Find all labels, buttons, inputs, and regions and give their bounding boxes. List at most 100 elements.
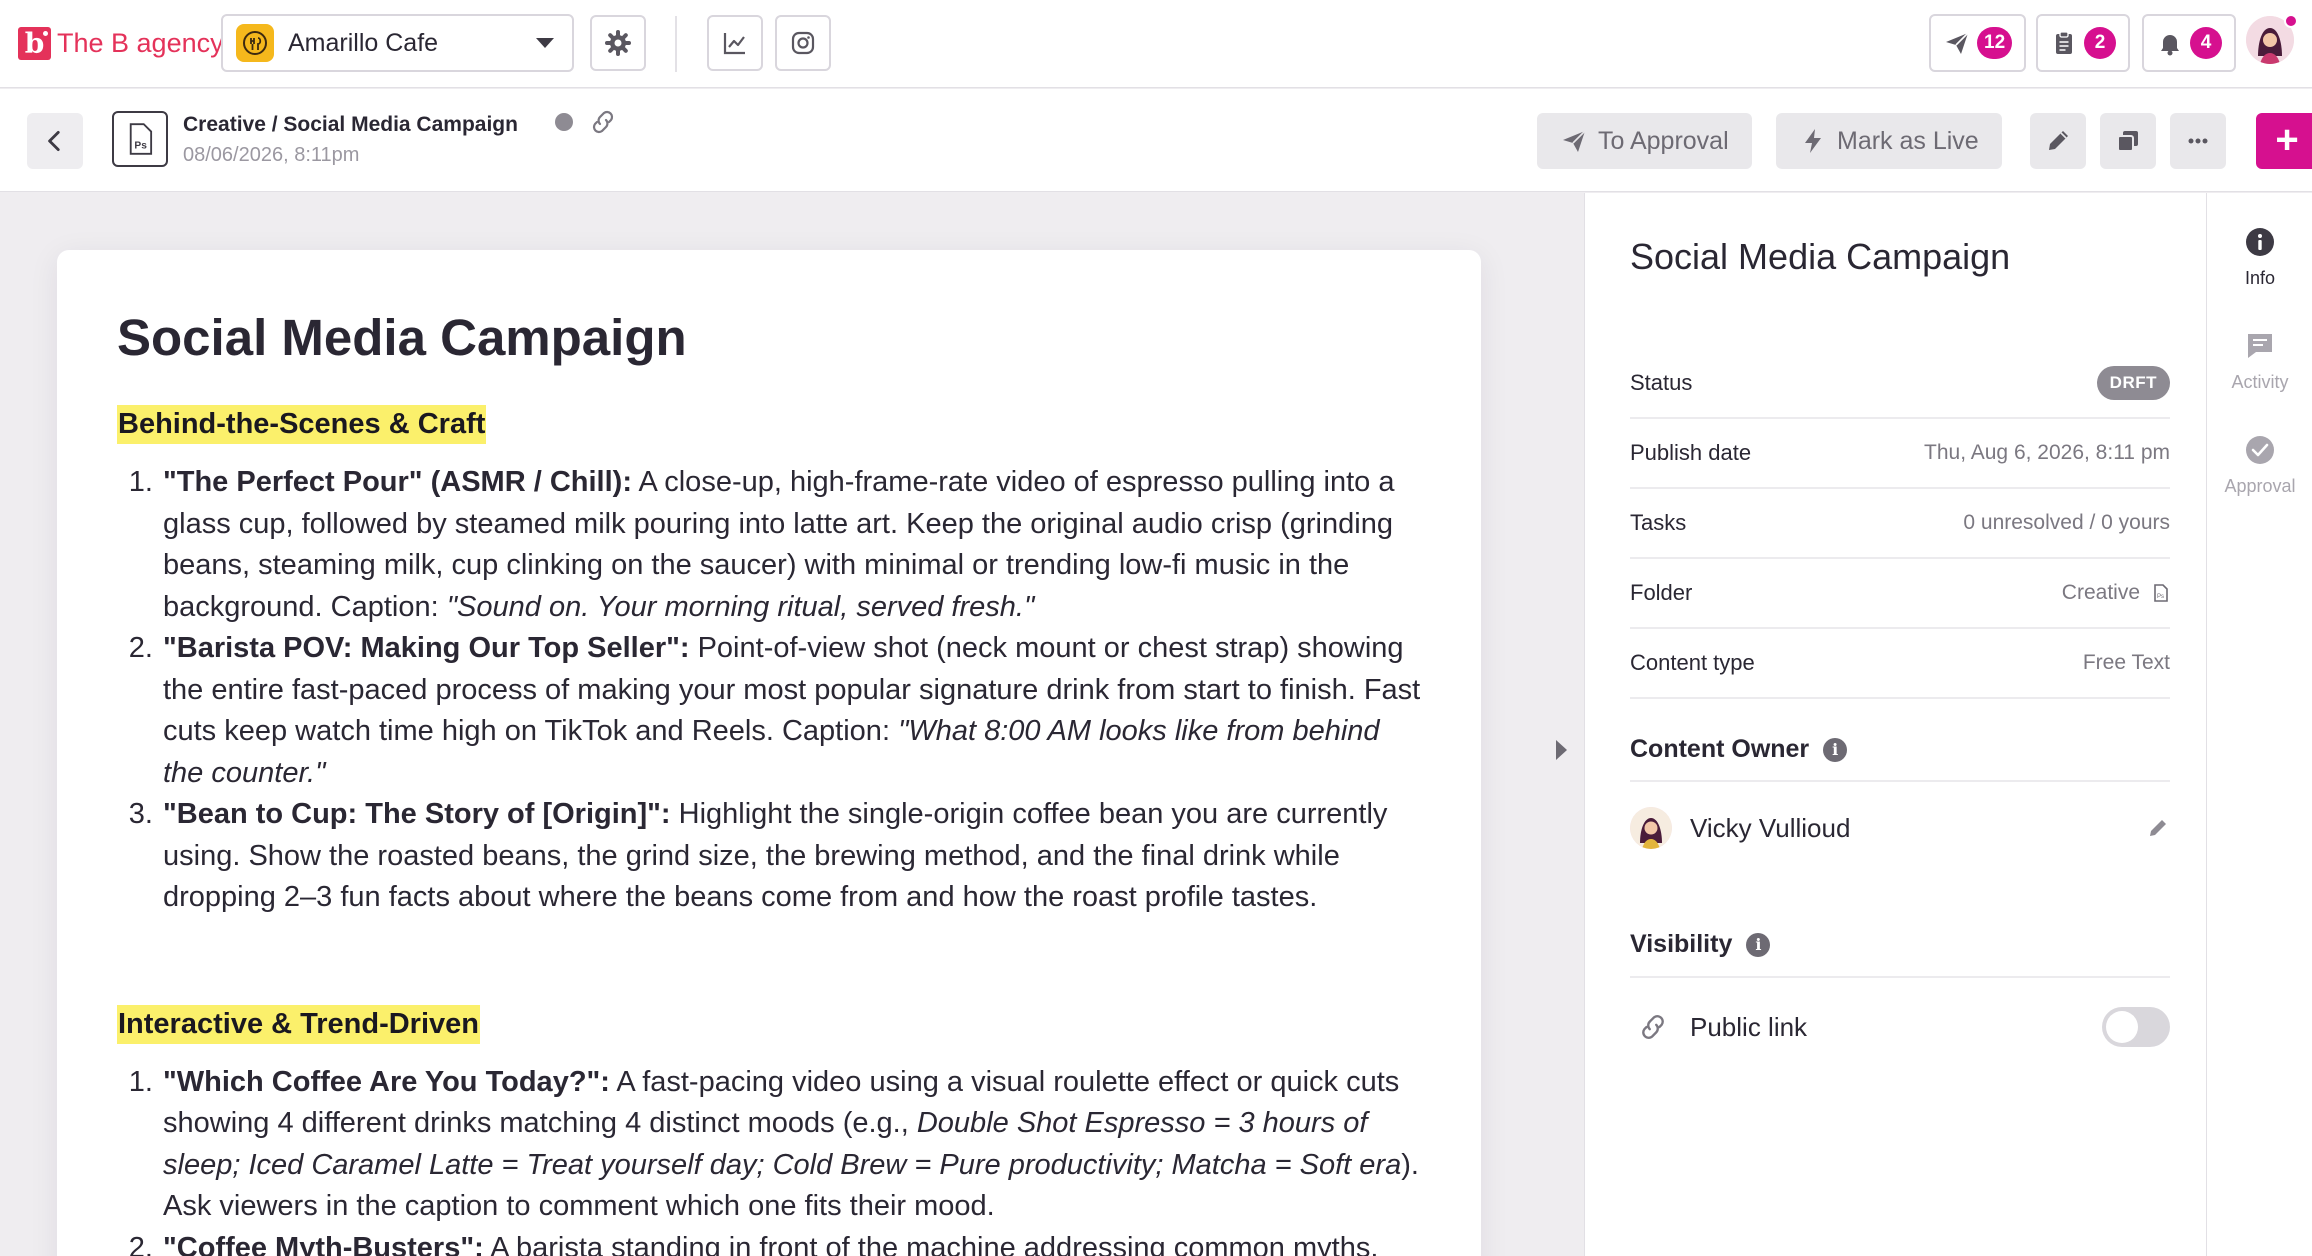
- owner-name: Vicky Vullioud: [1690, 812, 1851, 843]
- content-type-row: Content type Free Text: [1630, 629, 2170, 699]
- sends-button[interactable]: 12: [1929, 14, 2027, 72]
- item-title: "Which Coffee Are You Today?":: [163, 1065, 610, 1098]
- agency-name: The B agency: [57, 27, 224, 58]
- item-body: A barista standing in front of the machi…: [483, 1231, 1379, 1256]
- svg-text:Ps: Ps: [134, 140, 147, 151]
- link-icon: [1642, 1015, 1664, 1039]
- file-icon: Ps: [2154, 584, 2168, 602]
- side-rail: Info Activity Approval: [2206, 193, 2312, 1256]
- status-indicator-dot: [555, 113, 573, 131]
- list-item[interactable]: "Bean to Cup: The Story of [Origin]": Hi…: [161, 794, 1421, 919]
- public-link-row: Public link: [1630, 1003, 2170, 1051]
- edit-button[interactable]: [2030, 113, 2086, 169]
- content-owner-heading: Content Owner i: [1630, 735, 1848, 764]
- content-timestamp: 08/06/2026, 8:11pm: [183, 144, 360, 166]
- agency-logo-mark: b: [18, 26, 51, 60]
- document-title[interactable]: Social Media Campaign: [117, 308, 1421, 367]
- panel-title: Social Media Campaign: [1630, 236, 2011, 277]
- clipboard-icon: [2056, 31, 2072, 54]
- list-item[interactable]: "Which Coffee Are You Today?": A fast-pa…: [161, 1062, 1421, 1228]
- content-header: Ps Creative / Social Media Campaign 08/0…: [0, 89, 2312, 192]
- brand-settings-button[interactable]: [590, 15, 646, 71]
- to-approval-button[interactable]: To Approval: [1537, 113, 1752, 169]
- instagram-button[interactable]: [775, 15, 831, 71]
- info-icon: [2246, 228, 2274, 256]
- visibility-title: Visibility: [1630, 930, 1733, 958]
- toolbar-divider: [675, 16, 677, 72]
- user-status-dot: [2284, 14, 2298, 28]
- comment-icon: [2248, 334, 2272, 358]
- brand-name: Amarillo Cafe: [288, 28, 439, 57]
- to-approval-label: To Approval: [1598, 126, 1729, 155]
- pencil-icon: [2049, 131, 2068, 150]
- tasks-row: Tasks 0 unresolved / 0 yours: [1630, 489, 2170, 559]
- folder-row[interactable]: Folder Creative Ps: [1630, 559, 2170, 629]
- copy-icon: [2117, 131, 2138, 152]
- publish-date-label: Publish date: [1630, 440, 1752, 465]
- tasks-button[interactable]: 2: [2036, 14, 2130, 72]
- folder-label: Folder: [1630, 580, 1693, 605]
- folder-value-wrap[interactable]: Creative Ps: [2062, 581, 2170, 605]
- rail-tab-label: Info: [2244, 268, 2276, 288]
- toggle-knob: [2106, 1011, 2138, 1043]
- paper-plane-icon: [1946, 32, 1969, 54]
- rail-tab-approval[interactable]: Approval: [2207, 435, 2312, 497]
- svg-text:Ps: Ps: [2157, 594, 2164, 600]
- publish-date-value[interactable]: Thu, Aug 6, 2026, 8:11 pm: [1924, 441, 2170, 465]
- item-title: "Barista POV: Making Our Top Seller":: [163, 632, 690, 664]
- more-options-button[interactable]: [2170, 113, 2226, 169]
- top-bar: b The B agency Amarillo Cafe 12 2 4: [0, 0, 2312, 88]
- brand-selector[interactable]: Amarillo Cafe: [221, 14, 574, 72]
- gear-icon: [605, 30, 631, 56]
- duplicate-button[interactable]: [2100, 113, 2156, 169]
- info-panel: Social Media Campaign Status DRFT Publis…: [1584, 193, 2206, 1256]
- section-heading[interactable]: Behind-the-Scenes & Craft: [117, 405, 487, 444]
- rail-tab-activity[interactable]: Activity: [2207, 331, 2312, 393]
- file-type-icon: Ps: [112, 111, 168, 167]
- brand-logo-icon: [236, 24, 274, 62]
- rail-tab-label: Activity: [2231, 372, 2289, 392]
- status-row: Status DRFT: [1630, 349, 2170, 419]
- user-avatar[interactable]: [2246, 14, 2298, 64]
- list-item[interactable]: "The Perfect Pour" (ASMR / Chill): A clo…: [161, 462, 1421, 628]
- mark-as-live-button[interactable]: Mark as Live: [1776, 113, 2002, 169]
- folder-value: Creative: [2061, 581, 2140, 604]
- divider: [1630, 976, 2170, 978]
- item-title: "Bean to Cup: The Story of [Origin]":: [163, 798, 671, 830]
- link-icon[interactable]: [588, 109, 618, 135]
- info-icon[interactable]: i: [1823, 737, 1848, 762]
- publish-date-row[interactable]: Publish date Thu, Aug 6, 2026, 8:11 pm: [1630, 419, 2170, 489]
- back-button[interactable]: [27, 113, 83, 169]
- content-type-value: Free Text: [2082, 651, 2170, 674]
- idea-list[interactable]: "The Perfect Pour" (ASMR / Chill): A clo…: [117, 462, 1421, 919]
- paper-plane-icon: [1563, 130, 1586, 152]
- content-breadcrumb[interactable]: Creative / Social Media Campaign: [183, 113, 518, 137]
- agency-logo[interactable]: b The B agency: [18, 22, 224, 64]
- info-icon[interactable]: i: [1746, 932, 1771, 957]
- status-badge[interactable]: DRFT: [2096, 366, 2170, 400]
- document-editor[interactable]: Social Media Campaign Behind-the-Scenes …: [57, 250, 1481, 1256]
- mark-as-live-label: Mark as Live: [1837, 126, 1979, 155]
- collapse-panel-toggle[interactable]: [1556, 740, 1567, 760]
- ellipsis-icon: [2188, 138, 2208, 144]
- rail-tab-info[interactable]: Info: [2207, 227, 2312, 289]
- public-link-toggle[interactable]: [2102, 1007, 2170, 1047]
- notifications-button[interactable]: 4: [2142, 14, 2236, 72]
- pencil-icon[interactable]: [2146, 816, 2170, 840]
- analytics-button[interactable]: [707, 15, 763, 71]
- add-button[interactable]: +: [2256, 113, 2312, 169]
- tasks-count-badge: 2: [2084, 27, 2116, 59]
- chevron-down-icon: [536, 38, 554, 48]
- tasks-label: Tasks: [1630, 510, 1687, 535]
- visibility-heading: Visibility i: [1630, 930, 1771, 959]
- bell-icon: [2161, 35, 2179, 56]
- idea-list[interactable]: "Which Coffee Are You Today?": A fast-pa…: [117, 1062, 1421, 1256]
- list-item[interactable]: "Coffee Myth-Busters": A barista standin…: [161, 1228, 1421, 1256]
- line-chart-icon: [723, 33, 745, 55]
- section-heading[interactable]: Interactive & Trend-Driven: [117, 1004, 480, 1044]
- status-label: Status: [1630, 370, 1693, 395]
- item-title: "The Perfect Pour" (ASMR / Chill):: [163, 466, 632, 498]
- list-item[interactable]: "Barista POV: Making Our Top Seller": Po…: [161, 628, 1421, 794]
- tasks-value: 0 unresolved / 0 yours: [1963, 511, 2170, 534]
- content-type-label: Content type: [1630, 650, 1755, 675]
